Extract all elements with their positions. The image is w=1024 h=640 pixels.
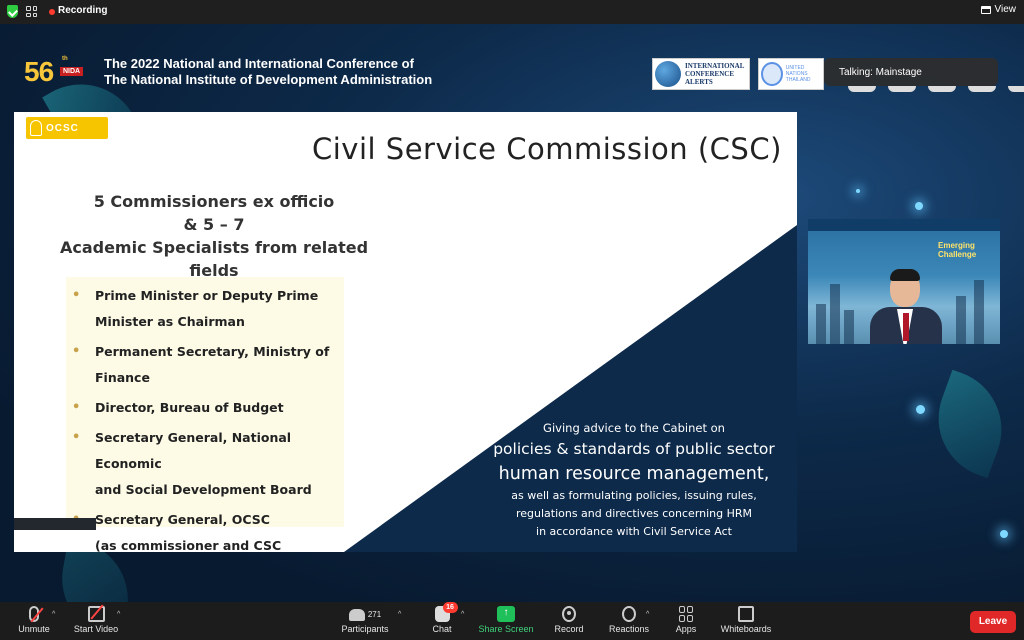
decor-leaf bbox=[921, 369, 1019, 479]
globe-icon bbox=[655, 61, 681, 87]
commissioners-line: Academic Specialists from related fields bbox=[59, 238, 369, 280]
ocsc-emblem-icon bbox=[30, 120, 42, 136]
conference-title: The 2022 National and International Conf… bbox=[104, 56, 432, 88]
whiteboard-icon bbox=[738, 606, 754, 622]
speaker-video-header bbox=[808, 219, 1000, 231]
apps-label: Apps bbox=[675, 624, 697, 634]
meeting-top-bar: Recording View bbox=[0, 0, 1024, 24]
microphone-muted-icon bbox=[29, 606, 44, 623]
list-item: Permanent Secretary, Ministry ofFinance bbox=[72, 339, 352, 391]
list-item: Prime Minister or Deputy PrimeMinister a… bbox=[72, 283, 352, 335]
conference-title-line1: The 2022 National and International Conf… bbox=[104, 56, 414, 71]
view-button[interactable]: View bbox=[980, 4, 1017, 15]
advice-line: in accordance with Civil Service Act bbox=[536, 525, 732, 538]
sponsor2-line: THAILAND bbox=[785, 77, 811, 83]
anniversary-suffix: th bbox=[62, 56, 68, 62]
apps-button[interactable]: Apps bbox=[672, 606, 700, 638]
share-screen-arrow-icon: ↑ bbox=[497, 606, 515, 622]
decor-glow-dot bbox=[1000, 530, 1008, 538]
sponsor1-line: INTERNATIONAL bbox=[685, 62, 745, 70]
list-item: Director, Bureau of Budget bbox=[72, 395, 352, 421]
reactions-options-chevron-icon[interactable]: ^ bbox=[646, 611, 649, 618]
un-emblem-icon bbox=[761, 62, 783, 86]
decor-glow-dot bbox=[856, 189, 860, 193]
apps-icon bbox=[679, 606, 693, 622]
chat-bubble-icon: 16 bbox=[434, 602, 458, 622]
participants-count: 271 bbox=[367, 609, 382, 619]
reactions-smiley-icon bbox=[622, 606, 636, 622]
share-screen-button[interactable]: ↑ Share Screen bbox=[478, 606, 534, 638]
talking-indicator: Talking: Mainstage bbox=[824, 58, 998, 86]
video-options-chevron-icon[interactable]: ^ bbox=[117, 611, 120, 618]
conference-title-line2: The National Institute of Development Ad… bbox=[104, 72, 433, 87]
start-video-button[interactable]: Start Video bbox=[70, 604, 122, 638]
meeting-controls-toolbar: Unmute ^ Start Video ^ 271 Participants … bbox=[0, 602, 1024, 640]
participants-options-chevron-icon[interactable]: ^ bbox=[398, 611, 401, 618]
chat-button[interactable]: 16 Chat bbox=[428, 602, 458, 638]
speaker-slide-heading: Emerging Challenge bbox=[938, 241, 977, 259]
view-grid-icon bbox=[980, 5, 991, 14]
slide-footer-bar bbox=[14, 518, 96, 530]
meeting-info-icon[interactable] bbox=[26, 6, 37, 17]
slide-title: Civil Service Commission (CSC) bbox=[312, 132, 782, 166]
whiteboards-label: Whiteboards bbox=[720, 624, 772, 634]
nida-tag: NIDA bbox=[60, 67, 84, 76]
encryption-shield-icon[interactable] bbox=[7, 5, 18, 18]
ocsc-logo: OCSC bbox=[26, 117, 108, 139]
video-camera-off-icon bbox=[87, 604, 105, 622]
united-nations-logo: UNITED NATIONS THAILAND bbox=[758, 58, 824, 90]
share-screen-label: Share Screen bbox=[478, 624, 534, 634]
reactions-label: Reactions bbox=[608, 624, 650, 634]
decor-glow-dot bbox=[915, 202, 923, 210]
recording-dot-icon bbox=[49, 9, 55, 15]
advice-line: regulations and directives concerning HR… bbox=[515, 507, 753, 520]
whiteboards-button[interactable]: Whiteboards bbox=[718, 606, 774, 638]
start-video-label: Start Video bbox=[73, 624, 119, 634]
unmute-button[interactable]: Unmute bbox=[14, 606, 54, 638]
record-icon bbox=[562, 606, 576, 622]
sponsor-logo-row bbox=[824, 86, 1024, 92]
leave-button[interactable]: Leave bbox=[970, 611, 1016, 633]
audio-options-chevron-icon[interactable]: ^ bbox=[52, 611, 55, 618]
zoom-meeting-window: Recording View 56 th NIDA The 2022 Natio… bbox=[0, 0, 1024, 640]
presentation-slide: OCSC Civil Service Commission (CSC) 5 Co… bbox=[14, 112, 797, 552]
anniversary-number: 56 bbox=[24, 56, 54, 87]
list-item: Secretary General, OCSC(as commissioner … bbox=[72, 507, 352, 552]
list-item: Secretary General, National Economicand … bbox=[72, 425, 352, 503]
participants-icon bbox=[348, 609, 365, 621]
participants-label: Participants bbox=[341, 624, 389, 634]
chat-label: Chat bbox=[432, 624, 452, 634]
view-label: View bbox=[994, 4, 1017, 15]
nida-anniversary-logo: th NIDA bbox=[60, 56, 98, 86]
csc-role-description: Giving advice to the Cabinet on policies… bbox=[484, 420, 784, 541]
advice-line: human resource management, bbox=[498, 464, 770, 484]
decor-glow-dot bbox=[916, 405, 925, 414]
participants-button[interactable]: 271 Participants bbox=[338, 606, 392, 638]
commissioners-line: & 5 – 7 bbox=[183, 215, 245, 234]
advice-line: as well as formulating policies, issuing… bbox=[511, 489, 757, 502]
commissioners-line: 5 Commissioners ex officio bbox=[93, 192, 335, 211]
international-conference-alerts-logo: INTERNATIONAL CONFERENCE ALERTS bbox=[652, 58, 750, 90]
sponsor1-line: CONFERENCE bbox=[685, 70, 735, 78]
sponsor1-line: ALERTS bbox=[685, 78, 713, 86]
advice-line: Giving advice to the Cabinet on bbox=[543, 421, 725, 435]
unmute-label: Unmute bbox=[18, 624, 50, 634]
record-label: Record bbox=[554, 624, 584, 634]
members-list: Prime Minister or Deputy PrimeMinister a… bbox=[72, 283, 352, 552]
chat-unread-badge: 16 bbox=[442, 602, 458, 613]
record-button[interactable]: Record bbox=[552, 606, 586, 638]
commissioners-heading: 5 Commissioners ex officio & 5 – 7 Acade… bbox=[34, 190, 394, 282]
sponsor2-line: UNITED NATIONS bbox=[785, 65, 808, 77]
chat-options-chevron-icon[interactable]: ^ bbox=[461, 611, 464, 618]
recording-label: Recording bbox=[58, 5, 108, 16]
speaker-video-thumbnail[interactable]: Emerging Challenge bbox=[808, 219, 1000, 344]
ocsc-logo-text: OCSC bbox=[46, 122, 79, 134]
advice-line: policies & standards of public sector bbox=[493, 440, 775, 458]
